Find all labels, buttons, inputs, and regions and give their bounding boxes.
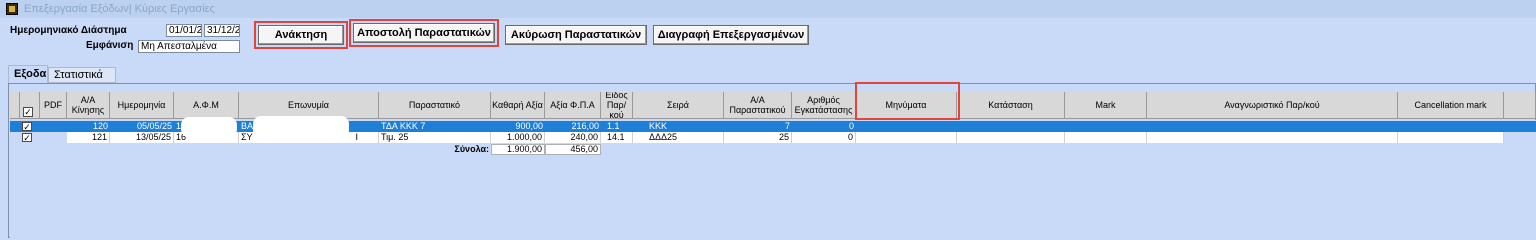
cell-series: ΔΔΔ25 [633,132,724,143]
window-title: Επεξεργασία Εξόδων| Κύριες Εργασίες [24,3,215,15]
display-select[interactable]: Μη Απεσταλμένα [138,40,240,53]
header-messages: Μηνύματα [856,92,957,119]
header-doc-id: Αναγνωριστικό Παρ/κού [1147,92,1398,119]
cell-doc-id [1147,132,1398,143]
title-bar: Επεξεργασία Εξόδων| Κύριες Εργασίες [0,0,1536,18]
cell-net-value: 900,00 [515,121,543,131]
delete-processed-button[interactable]: Διαγραφή Επεξεργασμένων [653,25,809,45]
header-net-value: Καθαρή Αξία [491,92,545,119]
cell-name-head: ΣΥ [241,132,253,142]
cell-aa-kinisis: 121 [67,132,110,143]
header-name: Επωνυμία [239,92,379,119]
cell-aa-doc: 25 [724,132,792,143]
date-to-field[interactable]: 31/12/25 [204,24,240,37]
cell-doc-kind: 1.1 [607,121,620,131]
table-row[interactable]: ✓ 121 13/05/25 16 ΣΥ Ι Τιμ. 25 1.000,00 2… [10,132,1536,143]
cell-messages [856,132,957,143]
header-doc-kind: Είδος Παρ/κού [601,92,633,119]
header-select-all: ✓ [20,92,40,119]
totals-label: Σύνολα: [454,144,489,154]
cell-document: Τιμ. 25 [379,132,491,143]
tab-statistics[interactable]: Στατιστικά [48,67,116,83]
header-filler [1504,92,1536,119]
app-icon [6,3,18,15]
cell-series: ΚΚΚ [649,121,668,131]
header-vat-value: Αξία Φ.Π.Α [545,92,601,119]
header-afm: Α.Φ.Μ [174,92,239,119]
cell-vat-value: 240,00 [545,132,601,143]
cell-aa-kinisis: 120 [92,121,108,131]
cell-status [957,132,1065,143]
cell-date: 13/05/25 [110,132,174,143]
row-checkbox[interactable]: ✓ [22,122,32,132]
cell-vat-value: 216,00 [571,121,599,131]
send-documents-button[interactable]: Αποστολή Παραστατικών [353,23,495,43]
header-mark: Mark [1065,92,1147,119]
cell-mark [1065,132,1147,143]
header-status: Κατάσταση [957,92,1065,119]
header-select-column [10,92,20,119]
cell-name-tail: Ι [355,132,358,142]
tab-expenses[interactable]: Εξοδα [8,65,48,84]
select-all-checkbox[interactable]: ✓ [23,107,33,117]
expenses-grid: ✓ PDF Α/Α Κίνησης Ημερομηνία Α.Φ.Μ Επωνυ… [8,83,1536,238]
date-from-field[interactable]: 01/01/25 [166,24,202,37]
header-aa-doc: Α/Α Παραστατικού [724,92,792,119]
cell-cancellation-mark [1398,132,1504,143]
cell-installation: 0 [848,121,854,131]
header-aa-kinisis: Α/Α Κίνησης [67,92,110,119]
cell-document: ΤΔΑ ΚΚΚ 7 [381,121,426,131]
header-document: Παραστατικό [379,92,491,119]
cancel-documents-button[interactable]: Ακύρωση Παραστατικών [505,25,647,45]
redaction-name [253,116,349,138]
row-checkbox[interactable]: ✓ [22,133,32,143]
cell-aa-doc: 7 [784,121,790,131]
cell-doc-kind: 14.1 [601,132,633,143]
header-pdf: PDF [40,92,67,119]
table-row[interactable]: ✓ 120 05/05/25 14 ΒΑ ΤΔΑ ΚΚΚ 7 900,00 21… [10,121,1536,132]
header-installation: Αριθμός Εγκατάστασης [792,92,856,119]
total-vat-value: 456,00 [545,144,601,155]
cell-installation: 0 [792,132,856,143]
cell-net-value: 1.000,00 [491,132,545,143]
header-date: Ημερομηνία [110,92,174,119]
display-label: Εμφάνιση [86,40,134,51]
period-label: Ημερομηνιακό Διάστημα [10,25,127,36]
header-cancellation-mark: Cancellation mark [1398,92,1504,119]
retrieve-button[interactable]: Ανάκτηση [258,25,344,45]
header-series: Σειρά [633,92,724,119]
redaction-afm [181,117,237,137]
cell-date: 05/05/25 [136,121,172,131]
total-net-value: 1.900,00 [491,144,545,155]
